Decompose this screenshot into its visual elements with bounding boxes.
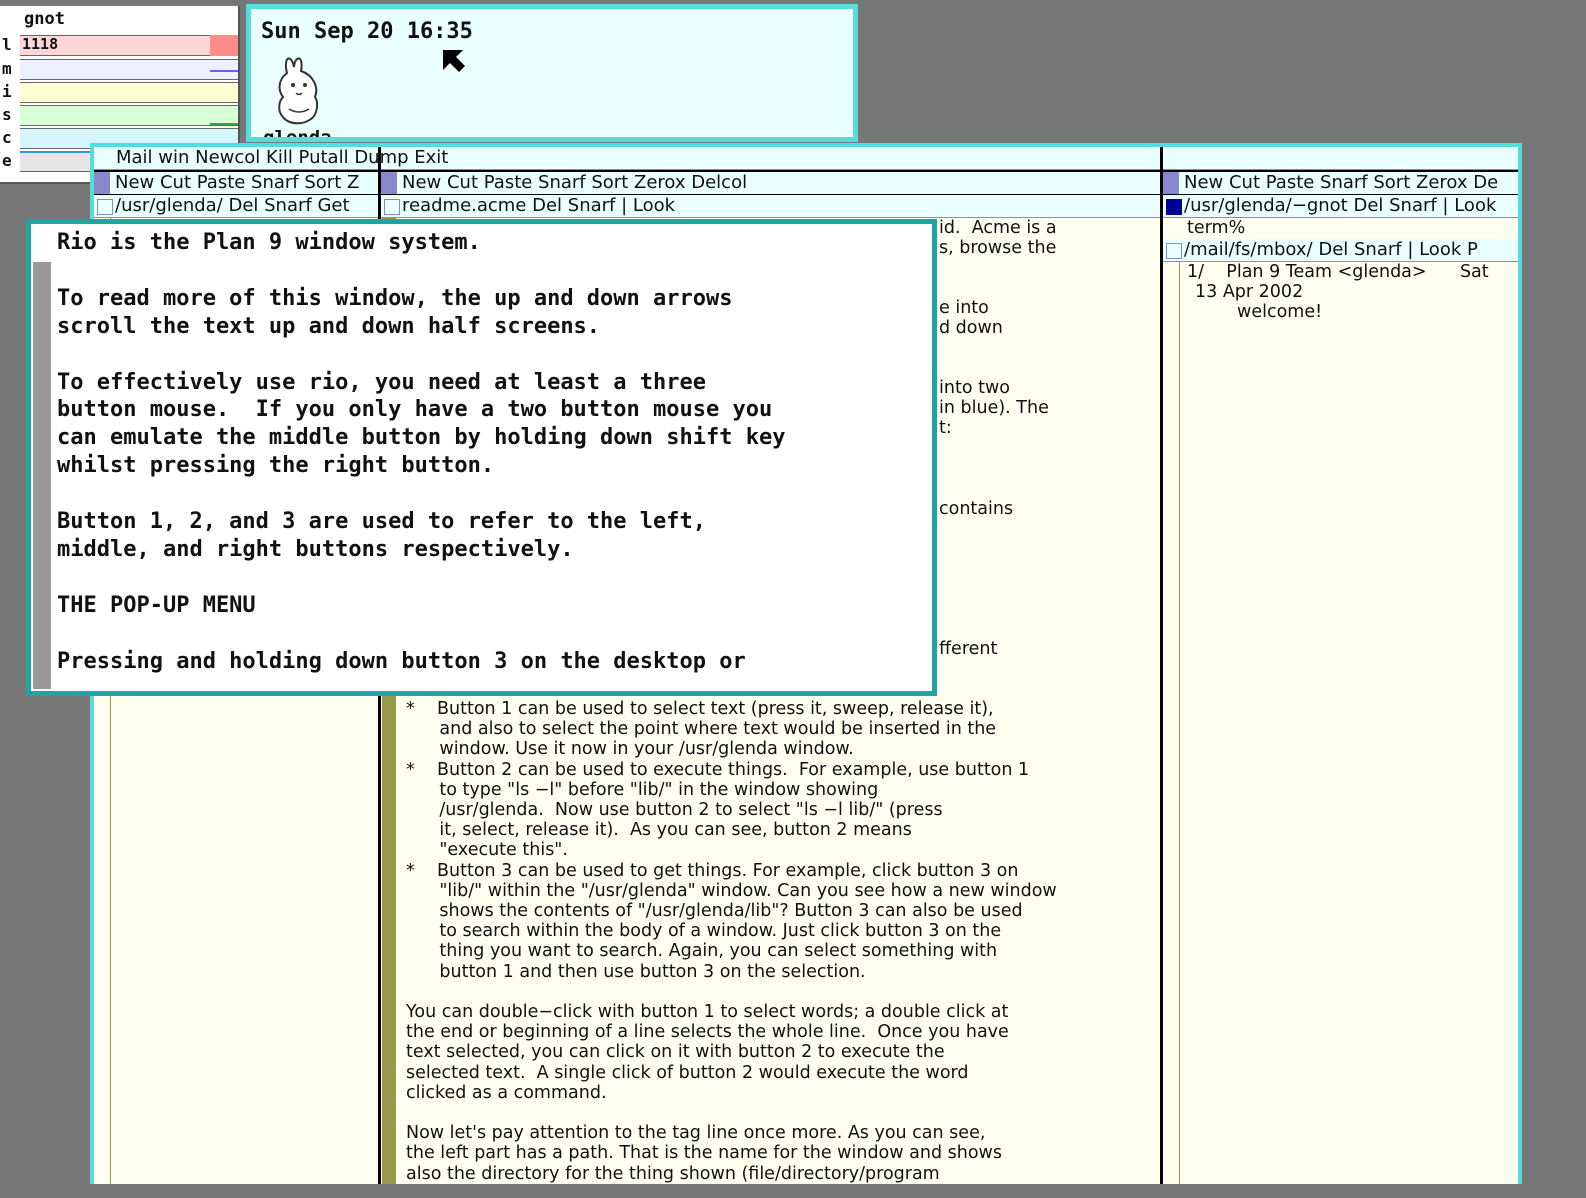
col2-window-tag[interactable]: readme.acme Del Snarf | Look <box>381 195 1160 217</box>
rio-scroll-thumb[interactable] <box>33 226 51 262</box>
col2-tag[interactable]: New Cut Paste Snarf Sort Zerox Delcol <box>381 172 1160 194</box>
mail-entry-header[interactable]: 1/ Plan 9 Team <glenda> Sat <box>1187 262 1489 282</box>
col1-window-tag[interactable]: /usr/glenda/ Del Snarf Get <box>94 195 378 217</box>
col3-handle[interactable] <box>1163 172 1179 194</box>
col1-handle[interactable] <box>94 172 110 194</box>
mail-entry-date[interactable]: 13 Apr 2002 <box>1195 282 1303 302</box>
stat-label: i <box>2 82 12 101</box>
stat-row-memory: m <box>0 58 238 81</box>
stat-value: 1118 <box>22 35 59 53</box>
col2-handle[interactable] <box>381 172 397 194</box>
stat-bar <box>20 59 238 80</box>
col2-fragment: contains <box>939 499 1014 519</box>
col2-fragment: d down <box>939 318 1003 338</box>
user-name: glenda <box>263 127 332 142</box>
mail-entry-subject[interactable]: welcome! <box>1237 302 1322 322</box>
stat-graph <box>210 123 238 125</box>
stat-label: l <box>2 35 12 54</box>
rio-scrollbar[interactable] <box>33 226 51 689</box>
col3-window1-tag[interactable]: /usr/glenda/−gnot Del Snarf | Look <box>1163 195 1518 217</box>
col3-window2-box[interactable] <box>1166 243 1182 259</box>
stat-label: m <box>2 59 12 78</box>
acme-main-tag-text[interactable]: Mail win Newcol Kill Putall Dump Exit <box>94 147 448 168</box>
stat-label: c <box>2 128 12 147</box>
col3-window2-tag-text[interactable]: /mail/fs/mbox/ Del Snarf | Look P <box>1163 239 1478 260</box>
col2-fragment: id. Acme is a <box>939 218 1057 238</box>
column-separator <box>1160 147 1163 1184</box>
col2-tag-text[interactable]: New Cut Paste Snarf Sort Zerox Delcol <box>381 172 747 193</box>
stat-graph <box>210 35 238 56</box>
clock-text: Sun Sep 20 16:35 <box>261 19 473 44</box>
faces-window[interactable]: Sun Sep 20 16:35 glenda <box>246 4 858 142</box>
glenda-bunny-icon[interactable] <box>273 53 329 127</box>
terminal-prompt[interactable]: term% <box>1187 218 1245 238</box>
col1-tag-text[interactable]: New Cut Paste Snarf Sort Z <box>94 172 359 193</box>
col3-scrollbar[interactable] <box>1179 262 1180 1184</box>
col2-fragment: t: <box>939 418 952 438</box>
col2-window-box[interactable] <box>384 199 400 215</box>
col1-window-box[interactable] <box>97 199 113 215</box>
col3-window1-box[interactable] <box>1166 199 1182 215</box>
col2-fragment: fferent <box>939 639 998 659</box>
acme-main-tag[interactable]: Mail win Newcol Kill Putall Dump Exit <box>94 147 1518 170</box>
rio-text[interactable]: Rio is the Plan 9 window system. To read… <box>57 229 785 676</box>
col2-fragment: s, browse the <box>939 238 1057 258</box>
col2-fragment: into two <box>939 378 1010 398</box>
col3-window2-tag[interactable]: /mail/fs/mbox/ Del Snarf | Look P <box>1163 239 1518 261</box>
rio-window[interactable]: Rio is the Plan 9 window system. To read… <box>26 219 937 696</box>
col1-window-tag-text[interactable]: /usr/glenda/ Del Snarf Get <box>94 195 350 216</box>
stat-row-interrupts: i <box>0 81 238 104</box>
col3-tag-text[interactable]: New Cut Paste Snarf Sort Zerox De <box>1163 172 1498 193</box>
stat-label: s <box>2 105 12 124</box>
col2-window-tag-text[interactable]: readme.acme Del Snarf | Look <box>381 195 675 216</box>
col2-fragment: e into <box>939 298 989 318</box>
col3-window1-tag-text[interactable]: /usr/glenda/−gnot Del Snarf | Look <box>1163 195 1496 216</box>
stat-bar <box>20 105 238 126</box>
stats-title: gnot <box>24 9 65 29</box>
stat-graph <box>210 70 238 72</box>
col2-body-text[interactable]: * Button 1 can be used to select text (p… <box>406 699 1057 1184</box>
stat-row-syscalls: s <box>0 104 238 127</box>
mouse-cursor-icon <box>443 50 465 72</box>
stat-label: e <box>2 151 12 170</box>
col3-tag[interactable]: New Cut Paste Snarf Sort Zerox De <box>1163 172 1518 194</box>
stat-graph <box>20 151 90 153</box>
col2-fragment: in blue). The <box>939 398 1049 418</box>
col1-tag[interactable]: New Cut Paste Snarf Sort Z <box>94 172 378 194</box>
stat-bar <box>20 82 238 103</box>
stat-row-load: l 1118 <box>0 34 238 57</box>
